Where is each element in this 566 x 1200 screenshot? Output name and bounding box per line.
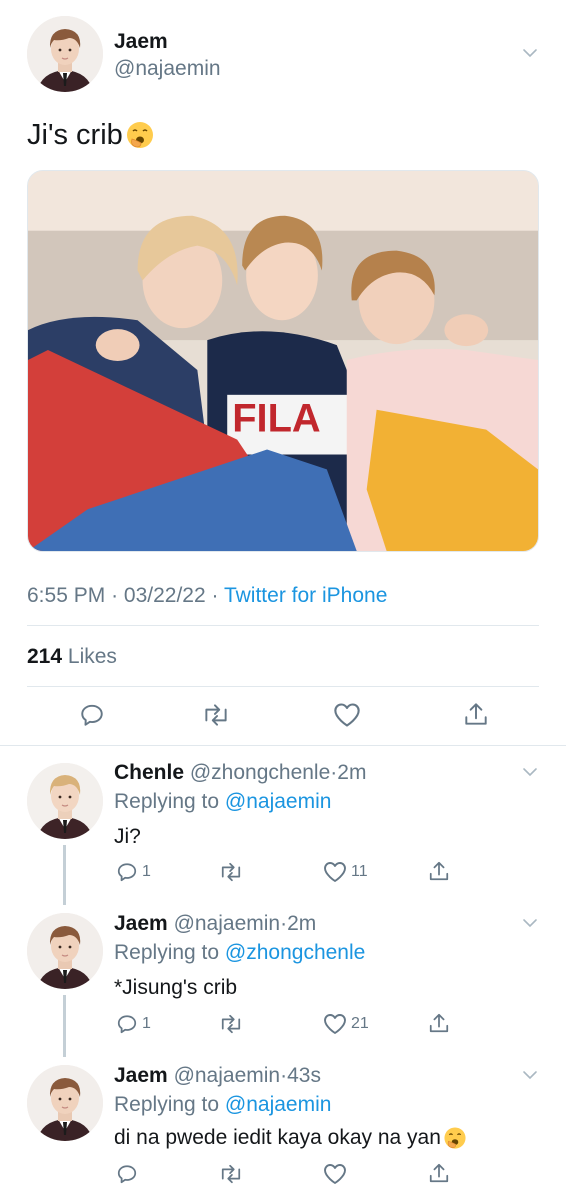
retweet-button[interactable]: [201, 702, 231, 728]
replying-to-link[interactable]: @najaemin: [225, 790, 332, 813]
reply-count: 1: [142, 1015, 151, 1032]
like-button[interactable]: 11: [323, 861, 368, 883]
reply-button[interactable]: [79, 702, 105, 728]
chevron-down-icon[interactable]: [522, 45, 538, 61]
replying-to-link[interactable]: @najaemin: [225, 1093, 332, 1116]
retweet-icon: [221, 862, 241, 882]
replying-to-link[interactable]: @zhongchenle: [225, 941, 365, 964]
like-button[interactable]: [333, 702, 361, 728]
share-icon: [429, 1163, 449, 1183]
reply-header: Jaem @najaemin·2m: [114, 912, 316, 936]
reply-text: Ji?: [114, 825, 141, 849]
reply-author-handle[interactable]: @zhongchenle: [190, 761, 330, 784]
reply-button[interactable]: [116, 1163, 142, 1185]
tweet-meta: 6:55 PM · 03/22/22 · Twitter for iPhone: [27, 584, 387, 608]
share-icon: [465, 703, 487, 725]
tweet-detail-screen: Jaem @najaemin Ji's crib FILA 6:55 PM · …: [0, 0, 566, 1200]
chevron-down-icon[interactable]: [522, 1067, 538, 1083]
reply-author-handle[interactable]: @najaemin: [174, 1064, 281, 1087]
retweet-icon: [221, 1014, 241, 1034]
replying-to-prefix: Replying to: [114, 1093, 220, 1116]
share-icon: [429, 1013, 449, 1033]
like-button[interactable]: 21: [323, 1013, 369, 1035]
tweet-source-link[interactable]: Twitter for iPhone: [224, 584, 387, 607]
reply-icon: [81, 704, 103, 726]
reply-count: 1: [142, 863, 151, 880]
author-handle[interactable]: @najaemin: [114, 57, 221, 81]
share-button[interactable]: [463, 700, 489, 728]
yawning-face-icon: [124, 119, 156, 151]
retweet-icon: [221, 1164, 241, 1184]
share-icon: [429, 861, 449, 881]
svg-text:FILA: FILA: [232, 397, 320, 441]
thread-line: [63, 995, 66, 1057]
heart-icon: [324, 862, 346, 882]
divider: [0, 745, 566, 746]
avatar[interactable]: [27, 16, 103, 92]
retweet-icon: [205, 704, 227, 726]
replying-to-line: Replying to @najaemin: [114, 790, 331, 814]
heart-icon: [324, 1164, 346, 1184]
meta-separator: ·: [111, 584, 119, 607]
heart-icon: [334, 703, 360, 727]
reply-button[interactable]: 1: [116, 1013, 151, 1035]
like-count: 21: [351, 1015, 369, 1032]
divider: [27, 625, 539, 626]
reply-text: di na pwede iedit kaya okay na yan: [114, 1125, 468, 1151]
tweet-text-content: Ji's crib: [27, 119, 123, 151]
likes-label: Likes: [67, 645, 117, 668]
share-button[interactable]: [428, 1011, 450, 1035]
chevron-down-icon[interactable]: [522, 764, 538, 780]
yawning-face-icon: [442, 1125, 468, 1151]
tweet-photo[interactable]: FILA: [27, 170, 539, 552]
reply-header: Jaem @najaemin·43s: [114, 1064, 321, 1088]
reply-text-content: *Jisung's crib: [114, 976, 238, 999]
tweet-text: Ji's crib: [27, 117, 156, 153]
thread-line: [63, 845, 66, 905]
reply-author-name[interactable]: Jaem: [114, 1064, 168, 1087]
reply-icon: [117, 1015, 137, 1034]
reply-author-name[interactable]: Chenle: [114, 761, 184, 784]
reply-text-content: Ji?: [114, 825, 141, 848]
tweet-date[interactable]: 03/22/22: [124, 584, 206, 607]
replying-to-line: Replying to @zhongchenle: [114, 941, 365, 965]
likes-count: 214: [27, 645, 63, 668]
replying-to-line: Replying to @najaemin: [114, 1093, 331, 1117]
avatar[interactable]: [27, 1065, 103, 1141]
meta-separator: ·: [211, 584, 219, 607]
reply-icon: [117, 863, 137, 882]
retweet-button[interactable]: [218, 1013, 248, 1035]
reply-header: Chenle @zhongchenle·2m: [114, 761, 366, 785]
reply-time[interactable]: 2m: [337, 761, 366, 784]
like-count: 11: [351, 863, 368, 880]
reply-button[interactable]: 1: [116, 861, 151, 883]
chevron-down-icon[interactable]: [522, 915, 538, 931]
retweet-button[interactable]: [218, 1163, 248, 1185]
divider: [27, 686, 539, 687]
reply-time[interactable]: 2m: [287, 912, 316, 935]
share-button[interactable]: [428, 859, 450, 883]
share-button[interactable]: [428, 1161, 450, 1185]
reply-text-content: di na pwede iedit kaya okay na yan: [114, 1126, 441, 1149]
retweet-button[interactable]: [218, 861, 248, 883]
reply-author-name[interactable]: Jaem: [114, 912, 168, 935]
reply-icon: [117, 1165, 137, 1184]
reply-text: *Jisung's crib: [114, 976, 237, 1000]
reply-time[interactable]: 43s: [287, 1064, 321, 1087]
replying-to-prefix: Replying to: [114, 790, 220, 813]
avatar[interactable]: [27, 913, 103, 989]
likes-stat[interactable]: 214 Likes: [27, 645, 117, 669]
avatar[interactable]: [27, 763, 103, 839]
tweet-time[interactable]: 6:55 PM: [27, 584, 105, 607]
like-button[interactable]: [323, 1163, 351, 1185]
reply-author-handle[interactable]: @najaemin: [174, 912, 281, 935]
heart-icon: [324, 1014, 346, 1034]
replying-to-prefix: Replying to: [114, 941, 220, 964]
author-name[interactable]: Jaem: [114, 30, 168, 54]
